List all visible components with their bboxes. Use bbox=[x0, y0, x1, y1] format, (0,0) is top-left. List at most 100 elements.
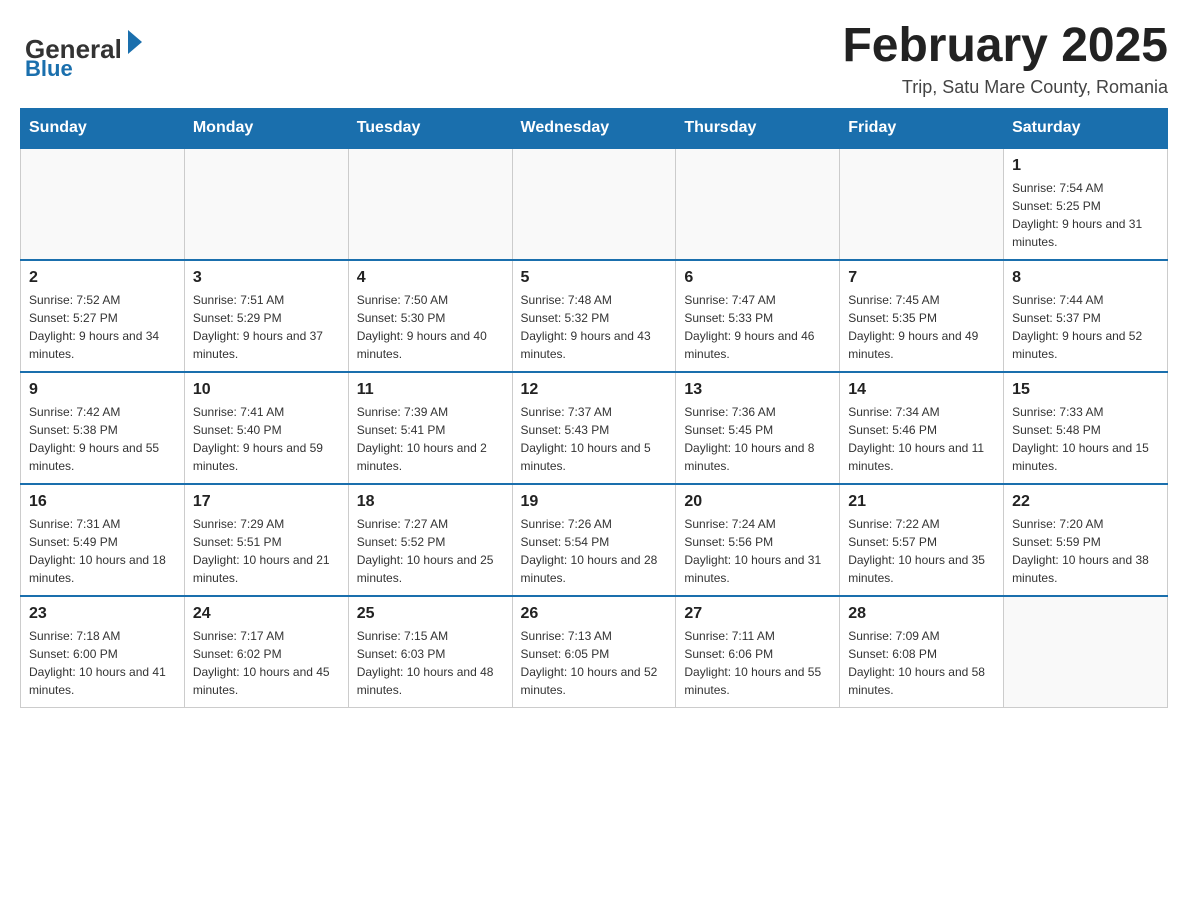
day-info: Sunrise: 7:11 AM Sunset: 6:06 PM Dayligh… bbox=[684, 627, 831, 699]
day-info: Sunrise: 7:51 AM Sunset: 5:29 PM Dayligh… bbox=[193, 291, 340, 363]
calendar-day-cell bbox=[1004, 596, 1168, 708]
calendar-day-cell: 23 Sunrise: 7:18 AM Sunset: 6:00 PM Dayli… bbox=[21, 596, 185, 708]
day-info: Sunrise: 7:47 AM Sunset: 5:33 PM Dayligh… bbox=[684, 291, 831, 363]
calendar-day-cell: 8 Sunrise: 7:44 AM Sunset: 5:37 PM Daylig… bbox=[1004, 260, 1168, 372]
logo: General Blue bbox=[20, 20, 150, 80]
day-info: Sunrise: 7:42 AM Sunset: 5:38 PM Dayligh… bbox=[29, 403, 176, 475]
calendar-day-cell: 19Sunrise: 7:26 AM Sunset: 5:54 PM Dayli… bbox=[512, 484, 676, 596]
calendar-day-cell: 24Sunrise: 7:17 AM Sunset: 6:02 PM Dayli… bbox=[184, 596, 348, 708]
calendar-day-cell: 26 Sunrise: 7:13 AM Sunset: 6:05 PM Dayli… bbox=[512, 596, 676, 708]
day-info: Sunrise: 7:45 AM Sunset: 5:35 PM Dayligh… bbox=[848, 291, 995, 363]
day-number: 19 bbox=[521, 493, 668, 511]
day-info: Sunrise: 7:29 AM Sunset: 5:51 PM Dayligh… bbox=[193, 515, 340, 587]
day-info: Sunrise: 7:27 AM Sunset: 5:52 PM Dayligh… bbox=[357, 515, 504, 587]
day-number: 28 bbox=[848, 605, 995, 623]
calendar-subtitle: Trip, Satu Mare County, Romania bbox=[842, 77, 1168, 98]
day-of-week-header: Saturday bbox=[1004, 108, 1168, 148]
svg-text:Blue: Blue bbox=[25, 56, 73, 80]
calendar-day-cell: 25Sunrise: 7:15 AM Sunset: 6:03 PM Dayli… bbox=[348, 596, 512, 708]
day-number: 22 bbox=[1012, 493, 1159, 511]
calendar-day-cell: 21Sunrise: 7:22 AM Sunset: 5:57 PM Dayli… bbox=[840, 484, 1004, 596]
day-number: 15 bbox=[1012, 381, 1159, 399]
calendar-body: 1Sunrise: 7:54 AM Sunset: 5:25 PM Daylig… bbox=[21, 148, 1168, 708]
calendar-day-cell: 15 Sunrise: 7:33 AM Sunset: 5:48 PM Dayli… bbox=[1004, 372, 1168, 484]
day-number: 6 bbox=[684, 269, 831, 287]
day-number: 10 bbox=[193, 381, 340, 399]
day-info: Sunrise: 7:37 AM Sunset: 5:43 PM Dayligh… bbox=[521, 403, 668, 475]
calendar-day-cell: 12 Sunrise: 7:37 AM Sunset: 5:43 PM Dayli… bbox=[512, 372, 676, 484]
day-number: 20 bbox=[684, 493, 831, 511]
calendar-day-cell: 6 Sunrise: 7:47 AM Sunset: 5:33 PM Daylig… bbox=[676, 260, 840, 372]
day-info: Sunrise: 7:17 AM Sunset: 6:02 PM Dayligh… bbox=[193, 627, 340, 699]
day-number: 3 bbox=[193, 269, 340, 287]
calendar-day-cell: 1Sunrise: 7:54 AM Sunset: 5:25 PM Daylig… bbox=[1004, 148, 1168, 260]
day-number: 14 bbox=[848, 381, 995, 399]
day-info: Sunrise: 7:39 AM Sunset: 5:41 PM Dayligh… bbox=[357, 403, 504, 475]
calendar-week-row: 9Sunrise: 7:42 AM Sunset: 5:38 PM Daylig… bbox=[21, 372, 1168, 484]
day-number: 25 bbox=[357, 605, 504, 623]
calendar-day-cell: 27 Sunrise: 7:11 AM Sunset: 6:06 PM Dayli… bbox=[676, 596, 840, 708]
calendar-day-cell: 20 Sunrise: 7:24 AM Sunset: 5:56 PM Dayli… bbox=[676, 484, 840, 596]
day-info: Sunrise: 7:50 AM Sunset: 5:30 PM Dayligh… bbox=[357, 291, 504, 363]
calendar-day-cell: 11Sunrise: 7:39 AM Sunset: 5:41 PM Dayli… bbox=[348, 372, 512, 484]
day-number: 27 bbox=[684, 605, 831, 623]
day-number: 7 bbox=[848, 269, 995, 287]
day-number: 4 bbox=[357, 269, 504, 287]
day-number: 12 bbox=[521, 381, 668, 399]
day-of-week-header: Monday bbox=[184, 108, 348, 148]
day-info: Sunrise: 7:48 AM Sunset: 5:32 PM Dayligh… bbox=[521, 291, 668, 363]
day-number: 18 bbox=[357, 493, 504, 511]
day-info: Sunrise: 7:09 AM Sunset: 6:08 PM Dayligh… bbox=[848, 627, 995, 699]
day-number: 13 bbox=[684, 381, 831, 399]
calendar-day-cell: 9Sunrise: 7:42 AM Sunset: 5:38 PM Daylig… bbox=[21, 372, 185, 484]
day-info: Sunrise: 7:52 AM Sunset: 5:27 PM Dayligh… bbox=[29, 291, 176, 363]
day-of-week-header: Wednesday bbox=[512, 108, 676, 148]
day-info: Sunrise: 7:41 AM Sunset: 5:40 PM Dayligh… bbox=[193, 403, 340, 475]
day-of-week-header: Tuesday bbox=[348, 108, 512, 148]
calendar-day-cell: 4 Sunrise: 7:50 AM Sunset: 5:30 PM Daylig… bbox=[348, 260, 512, 372]
calendar-week-row: 2Sunrise: 7:52 AM Sunset: 5:27 PM Daylig… bbox=[21, 260, 1168, 372]
calendar-day-cell bbox=[840, 148, 1004, 260]
calendar-day-cell: 2Sunrise: 7:52 AM Sunset: 5:27 PM Daylig… bbox=[21, 260, 185, 372]
day-of-week-header: Sunday bbox=[21, 108, 185, 148]
calendar-table: SundayMondayTuesdayWednesdayThursdayFrid… bbox=[20, 108, 1168, 708]
day-info: Sunrise: 7:33 AM Sunset: 5:48 PM Dayligh… bbox=[1012, 403, 1159, 475]
calendar-week-row: 23 Sunrise: 7:18 AM Sunset: 6:00 PM Dayli… bbox=[21, 596, 1168, 708]
calendar-week-row: 16Sunrise: 7:31 AM Sunset: 5:49 PM Dayli… bbox=[21, 484, 1168, 596]
logo-svg: General Blue bbox=[20, 20, 150, 80]
day-info: Sunrise: 7:18 AM Sunset: 6:00 PM Dayligh… bbox=[29, 627, 176, 699]
day-info: Sunrise: 7:36 AM Sunset: 5:45 PM Dayligh… bbox=[684, 403, 831, 475]
calendar-day-cell: 22 Sunrise: 7:20 AM Sunset: 5:59 PM Dayli… bbox=[1004, 484, 1168, 596]
day-of-week-header: Thursday bbox=[676, 108, 840, 148]
day-number: 1 bbox=[1012, 157, 1159, 175]
calendar-day-cell: 28 Sunrise: 7:09 AM Sunset: 6:08 PM Dayli… bbox=[840, 596, 1004, 708]
calendar-day-cell: 5 Sunrise: 7:48 AM Sunset: 5:32 PM Daylig… bbox=[512, 260, 676, 372]
calendar-day-cell: 17 Sunrise: 7:29 AM Sunset: 5:51 PM Dayli… bbox=[184, 484, 348, 596]
calendar-day-cell bbox=[184, 148, 348, 260]
calendar-week-row: 1Sunrise: 7:54 AM Sunset: 5:25 PM Daylig… bbox=[21, 148, 1168, 260]
title-section: February 2025 Trip, Satu Mare County, Ro… bbox=[842, 20, 1168, 98]
calendar-day-cell: 13 Sunrise: 7:36 AM Sunset: 5:45 PM Dayli… bbox=[676, 372, 840, 484]
calendar-day-cell: 10 Sunrise: 7:41 AM Sunset: 5:40 PM Dayli… bbox=[184, 372, 348, 484]
calendar-title: February 2025 bbox=[842, 20, 1168, 73]
calendar-day-cell bbox=[676, 148, 840, 260]
calendar-header: SundayMondayTuesdayWednesdayThursdayFrid… bbox=[21, 108, 1168, 148]
calendar-day-cell bbox=[512, 148, 676, 260]
calendar-day-cell: 16Sunrise: 7:31 AM Sunset: 5:49 PM Dayli… bbox=[21, 484, 185, 596]
days-of-week-row: SundayMondayTuesdayWednesdayThursdayFrid… bbox=[21, 108, 1168, 148]
day-number: 23 bbox=[29, 605, 176, 623]
calendar-day-cell: 7 Sunrise: 7:45 AM Sunset: 5:35 PM Daylig… bbox=[840, 260, 1004, 372]
day-number: 8 bbox=[1012, 269, 1159, 287]
day-info: Sunrise: 7:44 AM Sunset: 5:37 PM Dayligh… bbox=[1012, 291, 1159, 363]
day-info: Sunrise: 7:20 AM Sunset: 5:59 PM Dayligh… bbox=[1012, 515, 1159, 587]
day-info: Sunrise: 7:34 AM Sunset: 5:46 PM Dayligh… bbox=[848, 403, 995, 475]
day-number: 21 bbox=[848, 493, 995, 511]
day-number: 5 bbox=[521, 269, 668, 287]
day-number: 17 bbox=[193, 493, 340, 511]
day-info: Sunrise: 7:13 AM Sunset: 6:05 PM Dayligh… bbox=[521, 627, 668, 699]
day-info: Sunrise: 7:31 AM Sunset: 5:49 PM Dayligh… bbox=[29, 515, 176, 587]
day-info: Sunrise: 7:24 AM Sunset: 5:56 PM Dayligh… bbox=[684, 515, 831, 587]
calendar-day-cell: 3 Sunrise: 7:51 AM Sunset: 5:29 PM Daylig… bbox=[184, 260, 348, 372]
calendar-day-cell bbox=[21, 148, 185, 260]
day-number: 26 bbox=[521, 605, 668, 623]
